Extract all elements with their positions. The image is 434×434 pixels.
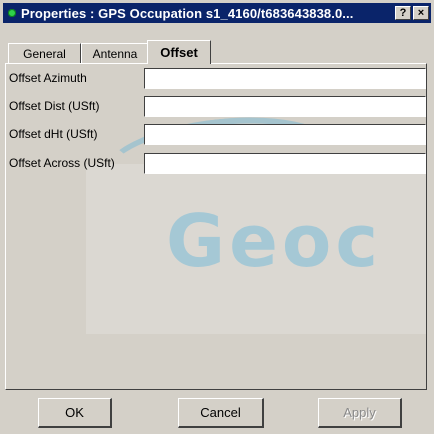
tab-antenna[interactable]: Antenna [81,43,149,63]
offset-dht-input[interactable] [144,124,426,145]
properties-dialog: Properties : GPS Occupation s1_4160/t683… [0,0,434,434]
offset-dht-row: Offset dHt (USft) [9,123,143,145]
status-dot-icon [8,9,16,17]
tab-offset[interactable]: Offset [147,40,211,64]
offset-dist-row: Offset Dist (USft) [9,95,143,117]
title-bar[interactable]: Properties : GPS Occupation s1_4160/t683… [3,3,431,23]
tab-general[interactable]: General [8,43,81,63]
ok-button[interactable]: OK [38,398,112,428]
offset-azimuth-row: Offset Azimuth [9,67,143,89]
close-button[interactable]: × [413,6,429,20]
help-button[interactable]: ? [395,6,411,20]
apply-button[interactable]: Apply [318,398,402,428]
offset-azimuth-label: Offset Azimuth [9,71,87,85]
offset-tab-panel: Geoc Offset Azimuth Offset Dist (USft) O… [5,63,427,390]
offset-across-input[interactable] [144,153,426,174]
window-title: Properties : GPS Occupation s1_4160/t683… [21,5,354,21]
offset-across-row: Offset Across (USft) [9,152,143,174]
offset-across-label: Offset Across (USft) [9,156,115,170]
offset-dist-label: Offset Dist (USft) [9,99,100,113]
watermark-logo: Geoc [166,199,383,283]
offset-azimuth-input[interactable] [144,68,426,89]
offset-dht-label: Offset dHt (USft) [9,127,98,141]
offset-dist-input[interactable] [144,96,426,117]
cancel-button[interactable]: Cancel [178,398,264,428]
